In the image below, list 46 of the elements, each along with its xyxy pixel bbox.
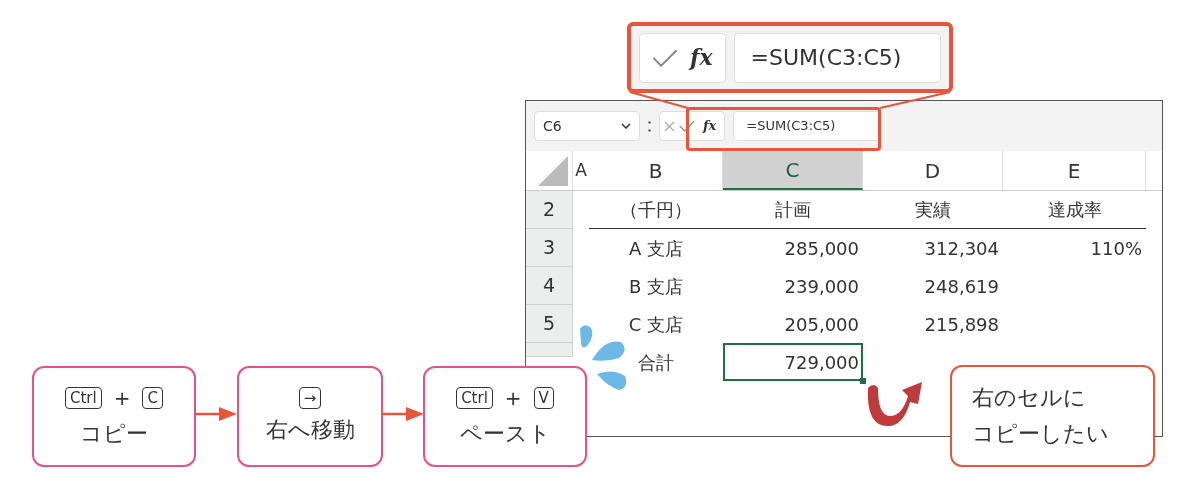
table-cell-text: A 支店 — [627, 236, 684, 261]
table-cell-text: B 支店 — [627, 274, 685, 299]
check-icon[interactable] — [652, 48, 678, 67]
table-cell-text: 合計 — [637, 350, 675, 375]
table-cell-text: 215,898 — [923, 312, 1000, 337]
name-box[interactable]: C6 — [534, 111, 640, 141]
more-icon[interactable] — [648, 120, 651, 132]
close-icon[interactable] — [664, 120, 675, 132]
table-cell-text: C 支店 — [627, 312, 685, 337]
table-cell: 計画 — [723, 191, 863, 229]
callout-text: コピーしたい — [972, 420, 1110, 448]
corner-triangle-icon — [538, 156, 568, 186]
key-cap: → — [298, 387, 322, 409]
arrow-icon — [195, 406, 238, 422]
table-cell: 実績 — [863, 191, 1003, 229]
chevron-down-icon — [621, 123, 631, 129]
formula-field[interactable]: =SUM(C3:C5) — [733, 32, 941, 83]
table-cell: （千円） — [589, 191, 723, 229]
row-header[interactable]: 4 — [526, 267, 573, 305]
plus-sign: + — [113, 385, 131, 412]
table-cell-text: 110% — [1089, 236, 1143, 261]
table-cell-text: 239,000 — [783, 274, 860, 299]
callout-text: 右のセルに — [972, 384, 1087, 412]
plus-sign: + — [504, 385, 522, 412]
row-header[interactable] — [526, 343, 573, 357]
key-cap: Ctrl — [65, 387, 102, 409]
table-cell: 達成率 — [1003, 191, 1146, 229]
table-cell-text: 205,000 — [783, 312, 860, 337]
key-cap: Ctrl — [456, 387, 493, 409]
function-button[interactable]: fx — [690, 41, 713, 74]
step-label: コピー — [80, 420, 148, 448]
row-header[interactable]: 3 — [526, 229, 573, 267]
row-header[interactable]: 2 — [526, 191, 573, 229]
table-cell-text: 312,304 — [923, 236, 1000, 261]
key-cap: V — [533, 387, 554, 409]
table-cell: 729,000 — [723, 343, 863, 381]
step-label: 右へ移動 — [265, 416, 355, 444]
key-cap: C — [142, 387, 163, 409]
row-header[interactable]: 5 — [526, 305, 573, 343]
table-cell-text: 248,619 — [923, 274, 1000, 299]
step-label: ペースト — [459, 420, 551, 448]
arrow-icon — [382, 406, 425, 422]
check-icon[interactable] — [679, 120, 695, 132]
table-cell-text: 285,000 — [783, 236, 860, 261]
fill-handle[interactable] — [860, 378, 866, 384]
column-header[interactable]: C — [723, 151, 863, 190]
